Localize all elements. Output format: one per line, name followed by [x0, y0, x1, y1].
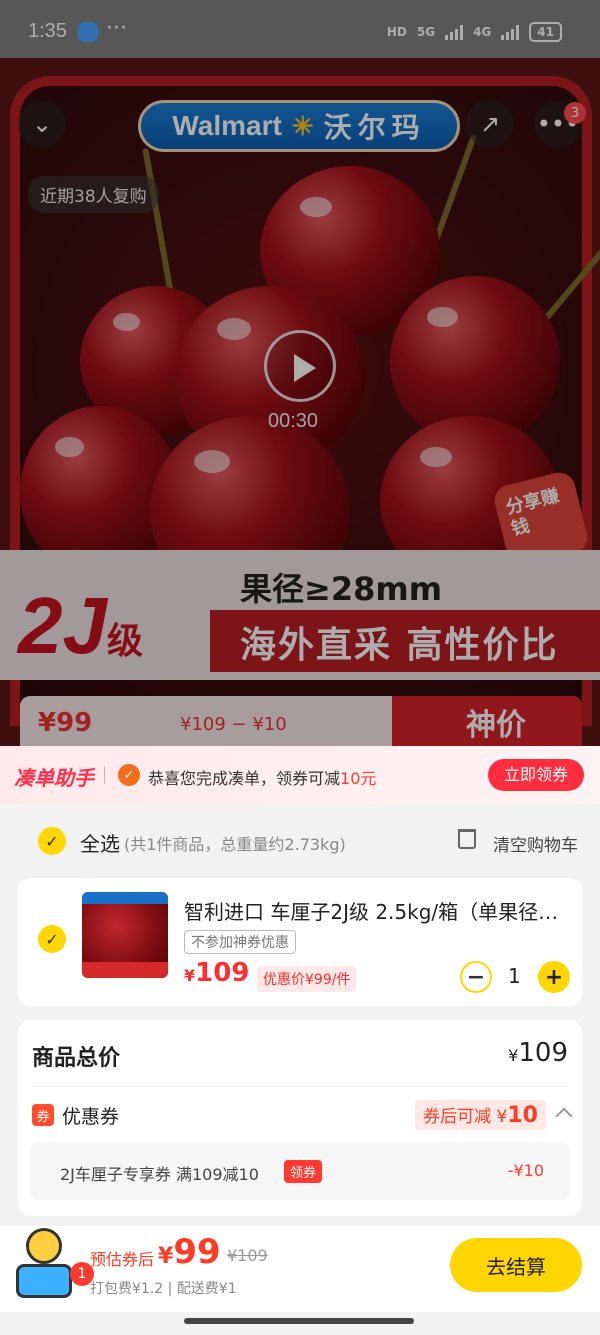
bundle-helper-bar: 凑单助手 ✓ 恭喜您完成凑单，领券可减10元 立即领券	[0, 746, 600, 804]
increase-quantity-button[interactable]: +	[538, 961, 570, 993]
modal-overlay[interactable]	[0, 0, 600, 748]
quantity-value: 1	[508, 964, 521, 988]
clear-cart-button[interactable]: 清空购物车	[493, 831, 578, 856]
coupon-amount: -¥10	[507, 1161, 544, 1180]
claim-coupon-button[interactable]: 立即领券	[487, 759, 584, 791]
decrease-quantity-button[interactable]: −	[460, 961, 492, 993]
product-thumbnail[interactable]	[82, 892, 168, 978]
total-value: ¥109	[508, 1038, 568, 1068]
select-all-row: ✓ 全选 (共1件商品，总重量约2.73kg) 清空购物车	[0, 804, 600, 876]
coupon-name: 2J车厘子专享券 满109减10	[60, 1165, 259, 1184]
get-coupon-tag[interactable]: 领券	[284, 1160, 323, 1183]
total-label: 商品总价	[32, 1046, 121, 1071]
fees-note: 打包费¥1.2 | 配送费¥1	[90, 1281, 237, 1297]
checkout-button[interactable]: 去结算	[450, 1238, 582, 1292]
home-indicator[interactable]	[184, 1318, 414, 1324]
no-coupon-tag: 不参加神券优惠	[184, 930, 296, 954]
item-price: ¥109	[184, 958, 250, 988]
helper-message: 恭喜您完成凑单，领券可减10元	[148, 769, 377, 788]
item-title[interactable]: 智利进口 车厘子2J级 2.5kg/箱（单果径28-30mm）	[184, 896, 564, 925]
select-all-checkbox[interactable]: ✓	[38, 827, 66, 855]
coupon-label[interactable]: 优惠券	[62, 1102, 119, 1129]
coupon-icon: 券	[32, 1104, 54, 1126]
helper-brand: 凑单助手	[14, 766, 94, 790]
coupon-row[interactable]: 2J车厘子专享券 满109减10 领券 -¥10	[30, 1142, 570, 1200]
estimate-label: 预估券后	[90, 1250, 155, 1269]
estimate-value: ¥99	[158, 1232, 221, 1272]
cart-mascot-icon[interactable]: 1	[14, 1228, 94, 1298]
original-price: ¥109	[227, 1246, 268, 1265]
item-checkbox[interactable]: ✓	[38, 925, 66, 953]
select-all-label[interactable]: 全选	[80, 828, 120, 857]
chevron-up-icon[interactable]	[555, 1107, 573, 1125]
checkout-bar: 1 预估券后 ¥99 ¥109 打包费¥1.2 | 配送费¥1 去结算	[0, 1226, 600, 1312]
coupon-discount[interactable]: 券后可减 ¥10	[415, 1100, 546, 1130]
deal-price-tag: 优惠价¥99/件	[257, 966, 357, 992]
cart-meta: (共1件商品，总重量约2.73kg)	[124, 835, 346, 854]
cart-item: ✓ 智利进口 车厘子2J级 2.5kg/箱（单果径28-30mm） 不参加神券优…	[18, 878, 582, 1006]
price-summary-card: 商品总价 ¥109 券 优惠券 券后可减 ¥10 2J车厘子专享券 满109减1…	[18, 1020, 582, 1216]
trash-icon[interactable]	[458, 829, 476, 849]
check-icon: ✓	[118, 764, 140, 786]
